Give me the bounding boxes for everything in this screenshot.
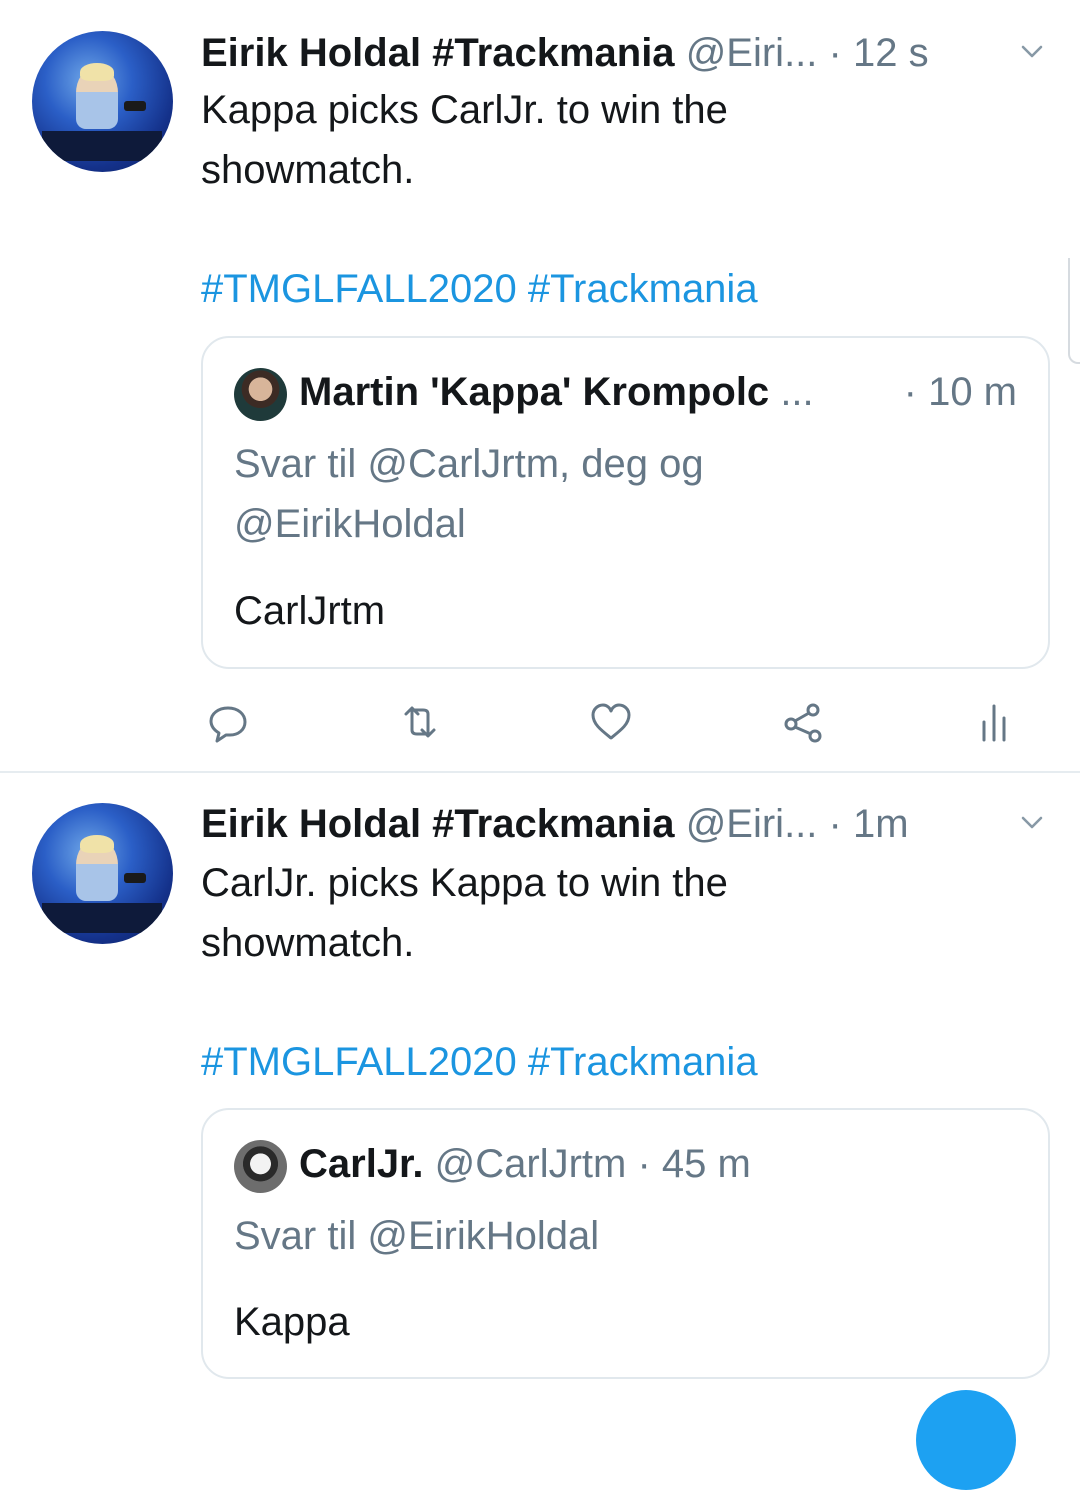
tweet[interactable]: Eirik Holdal #Trackmania @Eiri... · 1m C… — [0, 773, 1080, 1406]
tweet[interactable]: Eirik Holdal #Trackmania @Eiri... · 12 s… — [0, 0, 1080, 772]
quoted-author-handle: @CarlJrtm — [434, 1142, 627, 1186]
author-handle[interactable]: @Eiri... — [686, 802, 818, 846]
author-handle[interactable]: @Eiri... — [686, 31, 818, 75]
chevron-down-icon[interactable] — [1017, 36, 1047, 66]
quoted-text: Kappa — [234, 1300, 350, 1344]
chevron-down-icon[interactable] — [1017, 807, 1047, 837]
author-name[interactable]: Eirik Holdal #Trackmania — [201, 802, 675, 846]
tweet-time: · 12 s — [828, 31, 929, 75]
reply-icon[interactable] — [204, 698, 252, 746]
quoted-author-name: CarlJr. — [299, 1142, 424, 1186]
quoted-reply-to: Svar til @EirikHoldal — [234, 1214, 600, 1258]
author-avatar[interactable] — [32, 31, 173, 172]
author-avatar[interactable] — [32, 803, 173, 944]
tweet-text: CarlJr. picks Kappa to win the showmatch… — [201, 861, 728, 965]
quoted-author-avatar — [234, 368, 287, 421]
author-name[interactable]: Eirik Holdal #Trackmania — [201, 31, 675, 75]
quoted-author-name: Martin 'Kappa' Krompolc — [299, 370, 770, 414]
tweet-hashtags[interactable]: #TMGLFALL2020 #Trackmania — [201, 259, 758, 319]
quoted-header: Martin 'Kappa' Krompolc ... — [299, 366, 814, 418]
analytics-icon[interactable] — [970, 698, 1018, 746]
share-icon[interactable] — [779, 698, 827, 746]
tweet-actions — [0, 688, 1080, 752]
quoted-header: CarlJr. @CarlJrtm · 45 m — [299, 1138, 751, 1190]
scrollbar-edge — [1068, 258, 1080, 364]
quoted-tweet[interactable]: Martin 'Kappa' Krompolc ... · 10 m Svar … — [201, 336, 1050, 669]
tweet-text: Kappa picks CarlJr. to win the showmatch… — [201, 88, 728, 192]
retweet-icon[interactable] — [396, 698, 444, 746]
heart-icon[interactable] — [587, 698, 635, 746]
quoted-reply-to: Svar til @CarlJrtm, deg og @EirikHoldal — [234, 442, 704, 546]
quoted-time: · 10 m — [903, 370, 1017, 414]
tweet-header: Eirik Holdal #Trackmania @Eiri... · 1m — [201, 799, 1051, 849]
quoted-author-avatar — [234, 1140, 287, 1193]
quoted-author-ellipsis: ... — [780, 370, 814, 414]
quoted-tweet[interactable]: CarlJr. @CarlJrtm · 45 m Svar til @Eirik… — [201, 1108, 1050, 1379]
compose-button[interactable] — [916, 1390, 1016, 1490]
quoted-time: · 45 m — [637, 1142, 751, 1186]
tweet-hashtags[interactable]: #TMGLFALL2020 #Trackmania — [201, 1032, 758, 1092]
quoted-text: CarlJrtm — [234, 589, 386, 633]
tweet-time: · 1m — [828, 802, 909, 846]
tweet-header: Eirik Holdal #Trackmania @Eiri... · 12 s — [201, 28, 1051, 78]
